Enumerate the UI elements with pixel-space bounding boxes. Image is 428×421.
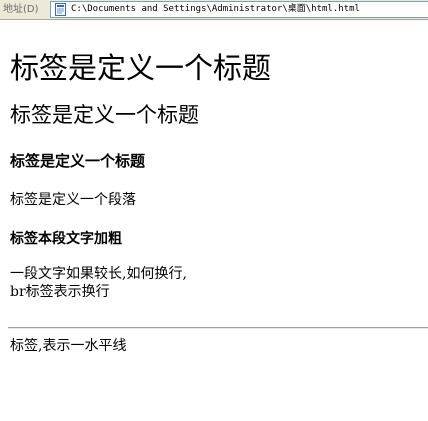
address-input[interactable]: C:\Documents and Settings\Administrator\… — [50, 1, 428, 18]
horizontal-rule — [8, 327, 428, 329]
line-break-paragraph: 一段文字如果较长,如何换行, br标签表示换行 — [10, 265, 187, 301]
bold-paragraph: 标签本段文字加粗 — [10, 231, 122, 247]
address-url-text: C:\Documents and Settings\Administrator\… — [71, 4, 360, 14]
hr-caption: 标签,表示一水平线 — [10, 338, 127, 354]
address-label: 地址(D) — [3, 4, 39, 15]
paragraph: 标签是定义一个段落 — [10, 192, 136, 208]
line-break-text-line-2: br标签表示换行 — [10, 284, 110, 300]
heading-3: 标签是定义一个标题 — [10, 152, 146, 170]
address-bar: 地址(D) C:\Documents and Settings\Administ… — [0, 0, 428, 20]
line-break-text-line-1: 一段文字如果较长,如何换行, — [10, 266, 187, 282]
heading-1: 标签是定义一个标题 — [10, 51, 272, 85]
heading-2: 标签是定义一个标题 — [10, 103, 199, 127]
document-icon — [54, 3, 67, 16]
